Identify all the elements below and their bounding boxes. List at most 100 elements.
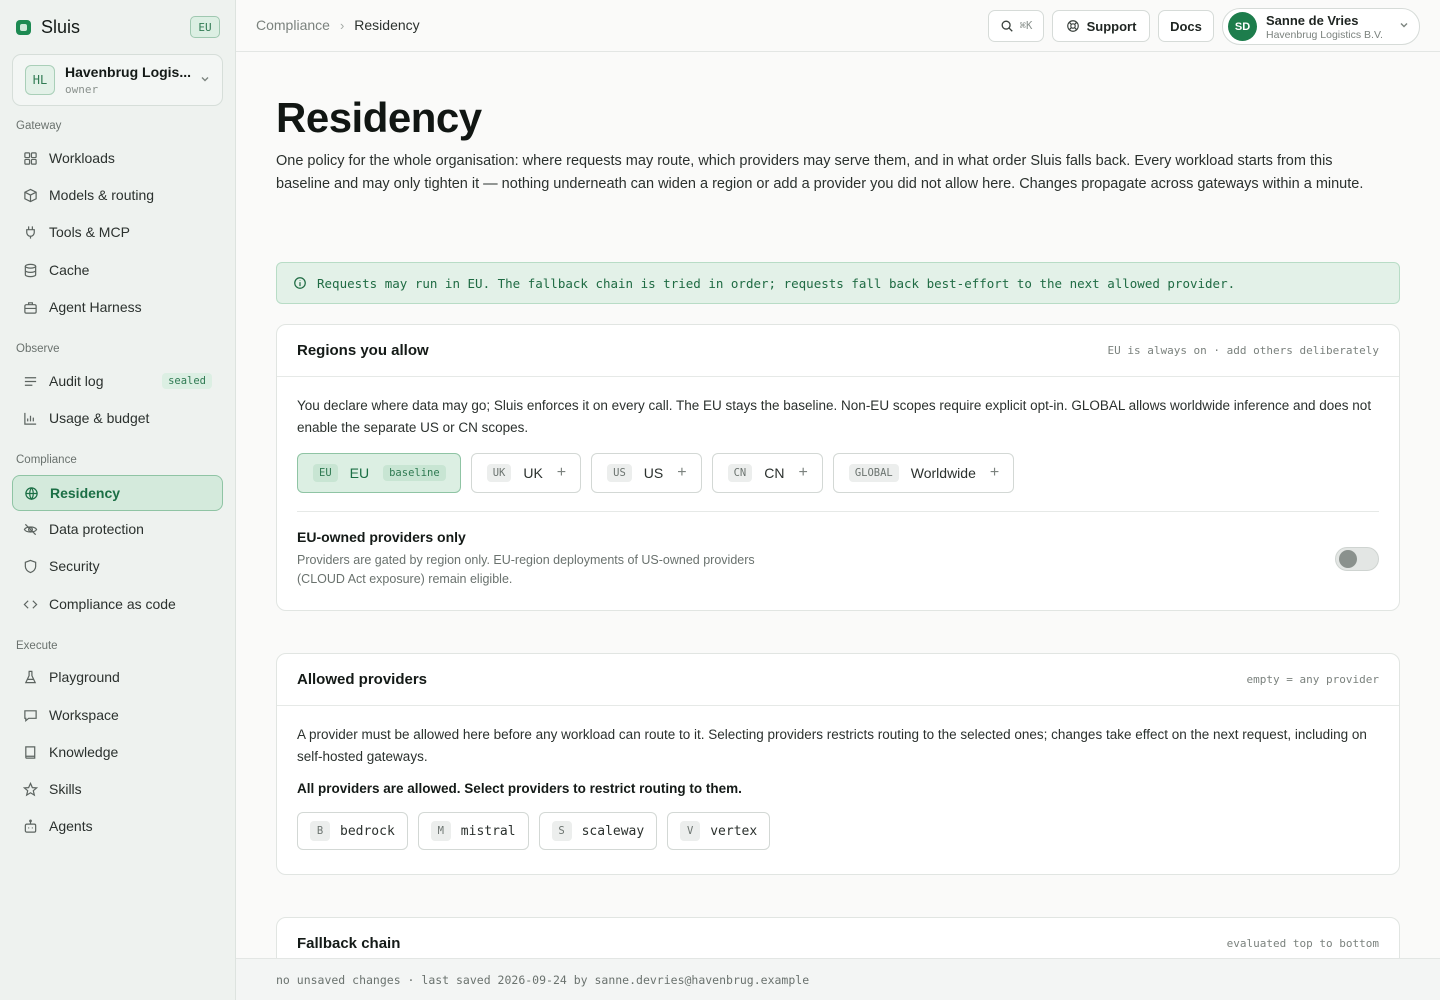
sidebar-item-agents[interactable]: Agents [12,808,223,844]
provider-name: scaleway [581,823,645,839]
cube-icon [24,188,37,202]
eye-off-icon [23,523,38,535]
sidebar-item-knowledge[interactable]: Knowledge [12,734,223,770]
card-meta: evaluated top to bottom [1226,937,1379,950]
providers-description: A provider must be allowed here before a… [297,727,1367,764]
sidebar-item-label: Knowledge [49,744,119,760]
plug-icon [26,225,35,239]
sidebar-item-cache[interactable]: Cache [12,252,223,288]
support-button[interactable]: Support [1052,10,1150,42]
sidebar-item-usage-budget[interactable]: Usage & budget [12,400,223,436]
provider-letter: V [680,821,701,841]
sidebar: Sluis EU HL Havenbrug Logis... owner Gat… [0,0,236,1000]
plus-icon: + [556,464,567,481]
region-label: EU [349,465,370,481]
book-icon [25,745,36,759]
providers-card: Allowed providers empty = any provider A… [276,653,1400,875]
card-title: Fallback chain [297,935,401,952]
chat-icon [24,709,37,722]
globe-icon [25,486,38,500]
card-meta: empty = any provider [1246,673,1379,686]
region-chip-global[interactable]: GLOBAL Worldwide + [832,453,1015,493]
region-chip-eu[interactable]: EU EU baseline [297,453,461,493]
sidebar-item-label: Tools & MCP [49,224,130,240]
card-title: Allowed providers [297,671,428,688]
org-switcher[interactable]: HL Havenbrug Logis... owner [12,54,223,106]
sidebar-item-data-protection[interactable]: Data protection [12,511,223,547]
provider-letter: S [551,821,572,841]
sidebar-item-agent-harness[interactable]: Agent Harness [12,289,223,325]
sidebar-item-security[interactable]: Security [12,548,223,584]
sidebar-item-workloads[interactable]: Workloads [12,140,223,176]
chevron-down-icon [200,74,210,87]
region-chip-uk[interactable]: UK UK + [470,453,582,493]
regions-card: Regions you allow EU is always on · add … [276,324,1400,611]
grid-icon [24,151,37,165]
sidebar-item-label: Data protection [49,521,144,537]
provider-letter: B [310,821,330,841]
region-code: US [607,464,632,482]
sidebar-item-playground[interactable]: Playground [12,659,223,695]
eu-owned-title: EU-owned providers only [297,529,466,545]
sidebar-item-residency[interactable]: Residency [12,475,223,511]
sidebar-item-label: Agent Harness [49,299,142,315]
save-status-bar: no unsaved changes · last saved 2026-09-… [236,958,1440,1000]
user-org: Havenbrug Logistics B.V. [1266,28,1383,41]
search-shortcut: ⌘K [1019,20,1033,32]
chevron-down-icon [1399,20,1409,33]
search-button[interactable]: ⌘K [988,10,1044,42]
region-chip-cn[interactable]: CN CN + [711,453,823,493]
user-menu[interactable]: SD Sanne de Vries Havenbrug Logistics B.… [1222,8,1420,45]
notice-text: Requests may run in EU. The fallback cha… [317,275,1236,291]
provider-chip-mistral[interactable]: M mistral [417,812,529,850]
regions-description: You declare where data may go; Sluis enf… [297,398,1372,435]
sidebar-item-audit-log[interactable]: Audit log sealed [12,363,223,399]
region-code: UK [486,464,512,482]
topbar: Compliance › Residency ⌘K Support Docs S… [236,0,1440,52]
robot-icon [24,819,37,833]
provider-chip-vertex[interactable]: V vertex [667,812,771,850]
docs-button[interactable]: Docs [1158,10,1214,42]
sealed-badge: sealed [162,373,212,389]
breadcrumb: Compliance › Residency [256,17,420,33]
provider-chip-bedrock[interactable]: B bedrock [297,812,408,850]
region-label: US [643,465,664,481]
briefcase-icon [24,301,37,314]
shield-icon [24,559,37,573]
region-code: EU [313,464,338,482]
eu-owned-description: Providers are gated by region only. EU-r… [297,553,755,586]
sidebar-item-compliance-as-code[interactable]: Compliance as code [12,586,223,622]
breadcrumb-compliance[interactable]: Compliance [256,17,330,33]
sidebar-item-label: Playground [49,669,120,685]
sidebar-item-label: Agents [49,818,93,834]
nav-group-gateway: Gateway [16,120,62,132]
brand-name: Sluis [41,16,81,37]
breadcrumb-residency: Residency [354,17,420,33]
region-badge: EU [190,16,220,38]
sidebar-item-label: Workloads [49,150,115,166]
region-chip-us[interactable]: US US + [591,453,702,493]
sidebar-item-label: Residency [50,485,121,501]
provider-chip-scaleway[interactable]: S scaleway [538,812,658,850]
sidebar-item-tools-mcp[interactable]: Tools & MCP [12,214,223,250]
page-title: Residency [276,94,482,141]
user-name: Sanne de Vries [1266,12,1359,28]
nav-group-execute: Execute [16,640,58,652]
sidebar-item-workspace[interactable]: Workspace [12,697,223,733]
eu-owned-toggle[interactable] [1335,547,1379,571]
region-code: GLOBAL [848,464,899,482]
plus-icon: + [989,464,1000,481]
flask-icon [24,670,37,683]
info-icon [294,277,306,289]
sidebar-item-label: Audit log [49,373,104,389]
card-title: Regions you allow [297,342,429,359]
code-icon [23,599,38,609]
sidebar-item-skills[interactable]: Skills [12,771,223,807]
org-name: Havenbrug Logis... [65,64,192,80]
chevron-right-icon: › [339,17,345,33]
region-label: UK [523,465,543,481]
residency-notice: Requests may run in EU. The fallback cha… [276,262,1400,304]
support-label: Support [1086,18,1137,34]
sidebar-item-models-routing[interactable]: Models & routing [12,177,223,213]
save-status: no unsaved changes · last saved 2026-09-… [276,972,810,987]
